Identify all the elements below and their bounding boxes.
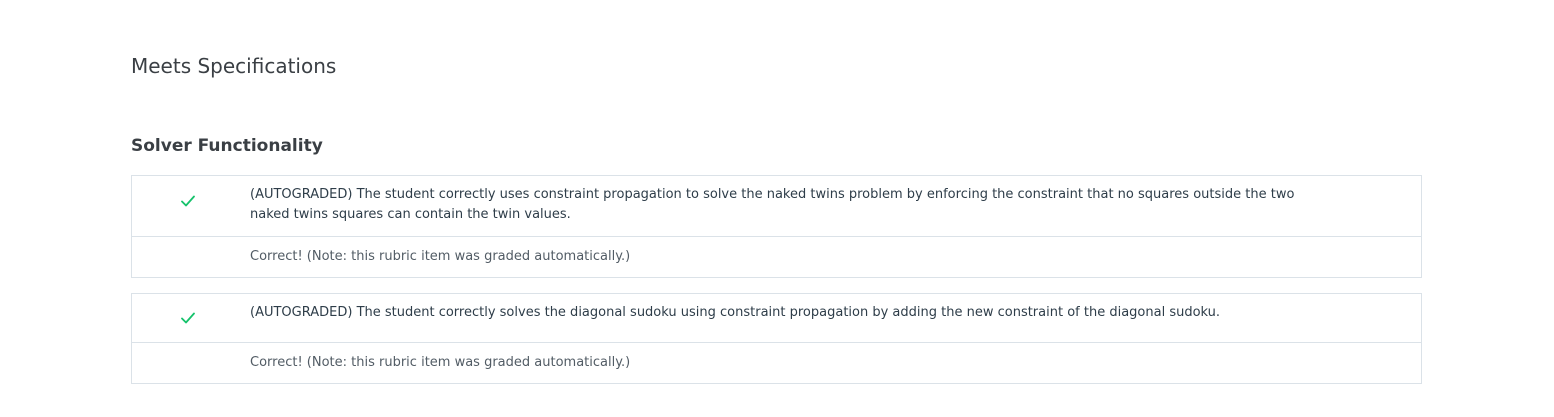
checkmark-icon <box>181 309 195 324</box>
section-title: Solver Functionality <box>131 136 323 156</box>
checkmark-icon <box>181 192 195 207</box>
page-title: Meets Specifications <box>131 54 337 78</box>
rubric-item: (AUTOGRADED) The student correctly uses … <box>131 175 1422 278</box>
criterion-text: (AUTOGRADED) The student correctly solve… <box>250 305 1221 320</box>
feedback-text: Correct! (Note: this rubric item was gra… <box>250 249 631 264</box>
feedback-row: Correct! (Note: this rubric item was gra… <box>132 237 1421 277</box>
feedback-row: Correct! (Note: this rubric item was gra… <box>132 343 1421 383</box>
criterion-text: (AUTOGRADED) The student correctly uses … <box>250 187 1295 222</box>
rubric-item: (AUTOGRADED) The student correctly solve… <box>131 293 1422 384</box>
criterion-row: (AUTOGRADED) The student correctly solve… <box>132 294 1421 343</box>
feedback-text: Correct! (Note: this rubric item was gra… <box>250 355 631 370</box>
criterion-row: (AUTOGRADED) The student correctly uses … <box>132 176 1421 237</box>
